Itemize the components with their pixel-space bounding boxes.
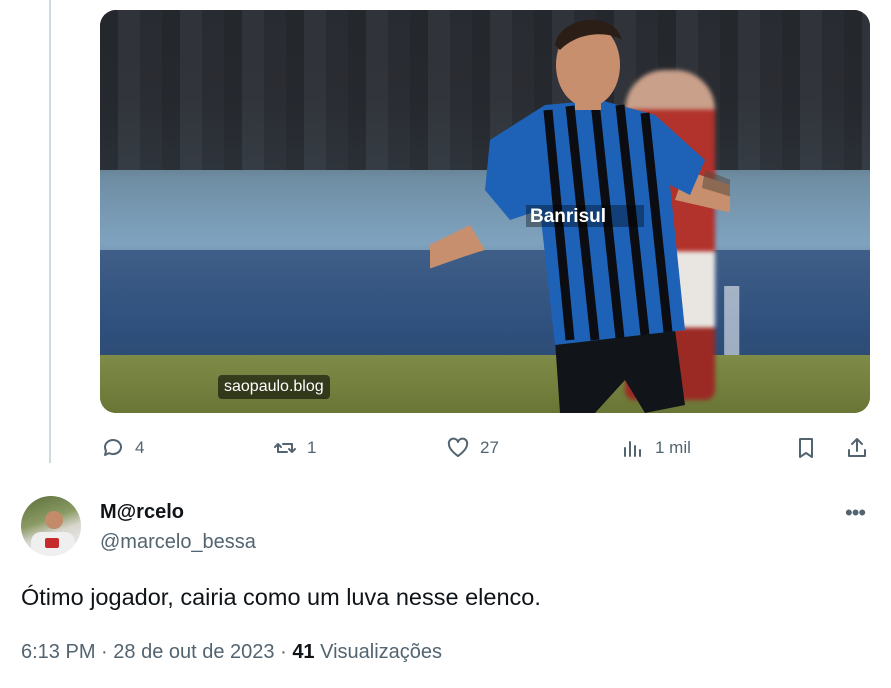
views-icon (624, 441, 641, 457)
tweet-action-bar: 4 1 27 1 mil (0, 432, 891, 464)
avatar[interactable] (21, 496, 81, 556)
tweet-views-label: Visualizações (314, 641, 443, 663)
soccer-player-figure: Banrisul (430, 19, 730, 413)
bookmark-button[interactable] (794, 436, 818, 460)
reply-button[interactable]: 4 (101, 436, 144, 460)
retweet-button[interactable]: 1 (273, 436, 316, 460)
share-icon (848, 438, 866, 457)
retweet-icon (274, 443, 296, 453)
share-button[interactable] (845, 436, 869, 460)
svg-text:Banrisul: Banrisul (530, 206, 606, 227)
bookmark-icon (799, 438, 813, 458)
tweet-text: Ótimo jogador, cairia como um luva nesse… (21, 584, 541, 610)
display-name[interactable]: M@rcelo (100, 501, 184, 524)
tweet-date[interactable]: 28 de out de 2023 (113, 641, 274, 663)
tweet-metadata: 6:13 PM · 28 de out de 2023 · 41 Visuali… (21, 641, 442, 664)
tweet-view-count: 41 (292, 641, 315, 663)
user-handle[interactable]: @marcelo_bessa (100, 531, 256, 554)
like-icon (447, 437, 469, 457)
tweet-time[interactable]: 6:13 PM (21, 641, 95, 663)
meta-separator: · (95, 641, 114, 663)
reply-count: 4 (135, 438, 145, 457)
thread-line (49, 0, 51, 463)
image-source-watermark: saopaulo.blog (218, 375, 330, 399)
like-button[interactable]: 27 (446, 436, 499, 460)
reply-icon (104, 439, 122, 456)
retweet-count: 1 (307, 438, 317, 457)
avatar-shirt (31, 532, 75, 556)
meta-separator: · (274, 641, 293, 663)
views-button[interactable]: 1 mil (621, 436, 691, 460)
views-count: 1 mil (655, 438, 691, 457)
like-count: 27 (480, 438, 499, 457)
tweet-media-image[interactable]: Vel Banrisul saopaulo.blog (100, 10, 870, 413)
more-icon[interactable]: ••• (845, 500, 866, 526)
